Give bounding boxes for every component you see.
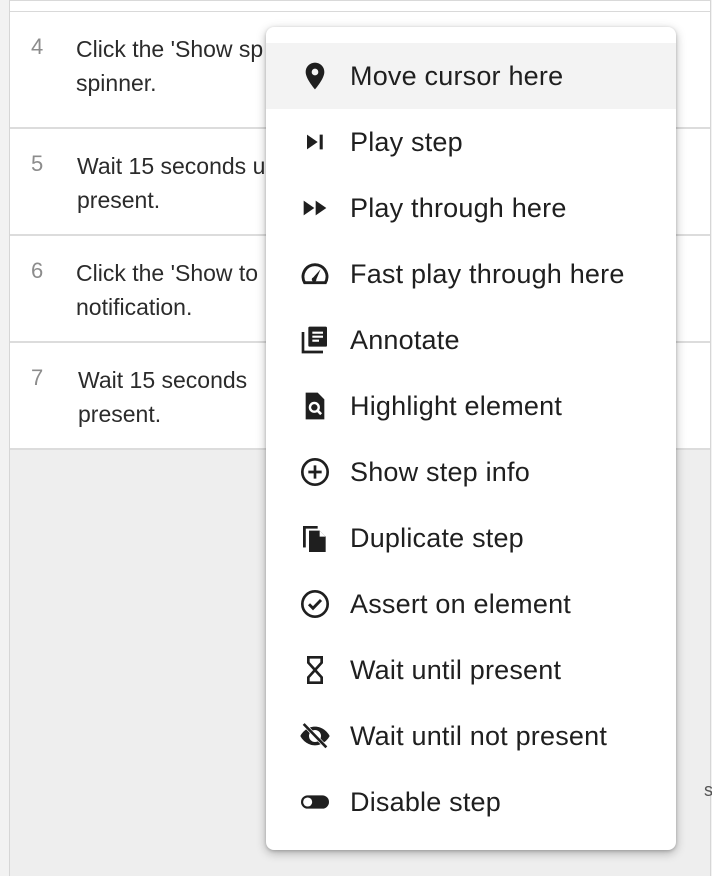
menu-item-wait-until-present[interactable]: Wait until present xyxy=(266,637,676,703)
step-context-menu: Move cursor here Play step Play through … xyxy=(266,27,676,850)
menu-item-label: Wait until not present xyxy=(350,721,608,751)
menu-item-disable-step[interactable]: Disable step xyxy=(266,769,676,835)
eye-off-icon xyxy=(299,720,331,752)
menu-item-label: Wait until present xyxy=(350,655,562,685)
menu-item-label: Duplicate step xyxy=(350,523,524,553)
speedometer-icon xyxy=(299,258,331,290)
step-number: 7 xyxy=(31,365,44,390)
menu-item-label: Play through here xyxy=(350,193,567,223)
menu-item-assert-on-element[interactable]: Assert on element xyxy=(266,571,676,637)
step-number: 6 xyxy=(31,258,44,283)
document-search-icon xyxy=(299,390,331,422)
menu-item-show-step-info[interactable]: Show step info xyxy=(266,439,676,505)
menu-item-highlight-element[interactable]: Highlight element xyxy=(266,373,676,439)
notes-stack-icon xyxy=(299,324,331,356)
menu-item-label: Disable step xyxy=(350,787,501,817)
skip-next-icon xyxy=(299,126,331,158)
menu-item-annotate[interactable]: Annotate xyxy=(266,307,676,373)
menu-item-label: Show step info xyxy=(350,457,530,487)
location-pin-icon xyxy=(299,60,331,92)
menu-item-label: Fast play through here xyxy=(350,259,625,289)
fast-forward-icon xyxy=(299,192,331,224)
menu-item-fast-play-through-here[interactable]: Fast play through here xyxy=(266,241,676,307)
menu-item-label: Assert on element xyxy=(350,589,572,619)
menu-item-label: Play step xyxy=(350,127,463,157)
menu-item-play-through-here[interactable]: Play through here xyxy=(266,175,676,241)
menu-item-move-cursor-here[interactable]: Move cursor here xyxy=(266,43,676,109)
menu-item-wait-until-not-present[interactable]: Wait until not present xyxy=(266,703,676,769)
step-number: 4 xyxy=(31,34,44,59)
menu-item-duplicate-step[interactable]: Duplicate step xyxy=(266,505,676,571)
menu-item-label: Highlight element xyxy=(350,391,563,421)
toggle-off-icon xyxy=(299,786,331,818)
hourglass-icon xyxy=(299,654,331,686)
menu-item-label: Move cursor here xyxy=(350,61,564,91)
check-circle-icon xyxy=(299,588,331,620)
menu-item-label: Annotate xyxy=(350,325,460,355)
copy-icon xyxy=(299,522,331,554)
clipped-text: s xyxy=(704,780,712,800)
step-number: 5 xyxy=(31,151,44,176)
menu-item-play-step[interactable]: Play step xyxy=(266,109,676,175)
plus-circle-icon xyxy=(299,456,331,488)
